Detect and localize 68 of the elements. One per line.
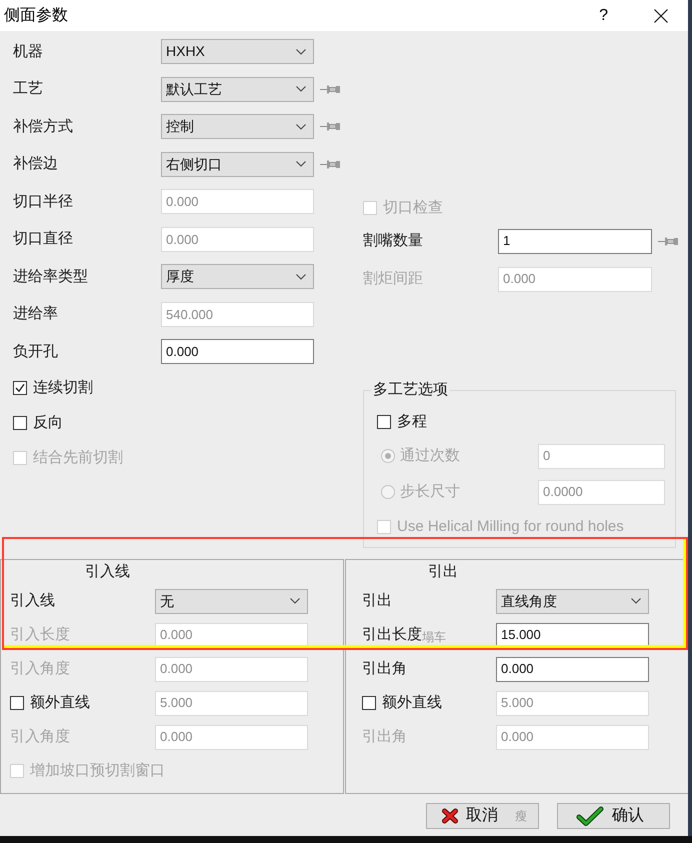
chevron-down-icon [296, 124, 306, 130]
confirm-button[interactable]: 确认 [557, 803, 670, 829]
pushpin-icon[interactable] [320, 160, 340, 169]
dropdown[interactable]: 默认工艺 [161, 76, 314, 102]
dropdown[interactable]: 直线角度 [496, 588, 649, 614]
field-label: 引出长度 [362, 626, 422, 644]
field-label: 连续切割 [33, 379, 93, 397]
field-label: 工艺 [13, 80, 43, 98]
field-label: 引出角 [362, 660, 407, 678]
close-icon[interactable] [654, 8, 668, 22]
group-title: 多工艺选项 [372, 381, 449, 399]
pushpin-icon[interactable] [658, 236, 678, 246]
group-title: 引入线 [85, 563, 130, 581]
field-label: 反向 [33, 414, 63, 432]
input-field[interactable]: 1 [498, 228, 652, 254]
field-label: 机器 [13, 42, 43, 61]
field-label: 引出 [362, 592, 392, 610]
field-label: Use Helical Milling for round holes [397, 518, 624, 536]
field-label: 步长尺寸 [400, 483, 460, 501]
pushpin-icon[interactable] [320, 122, 340, 132]
checkbox[interactable] [377, 414, 391, 428]
field-label: 切口半径 [13, 192, 73, 211]
field-label: 进给率类型 [13, 268, 88, 286]
field-label: 负开孔 [13, 342, 58, 361]
chevron-down-icon [290, 598, 300, 604]
checkbox[interactable] [13, 416, 27, 430]
group-title: 引出 [428, 563, 458, 581]
field-label: 引入长度 [10, 626, 70, 644]
label-note: 瘦 [515, 808, 527, 825]
dropdown[interactable]: 右侧切口 [161, 152, 314, 177]
field-label: 额外直线 [382, 694, 442, 712]
field-label: 补偿方式 [13, 118, 73, 136]
field-label: 切口检查 [383, 199, 443, 217]
input-field[interactable]: 0.000 [496, 656, 649, 682]
chevron-down-icon [296, 161, 306, 168]
field-label: 增加坡口预切割窗口 [30, 762, 165, 780]
window-title: 侧面参数 [4, 6, 68, 26]
checkbox[interactable] [13, 381, 27, 395]
cancel-button[interactable]: 取消 瘦 [426, 803, 539, 829]
pushpin-icon[interactable] [320, 84, 340, 94]
chevron-down-icon [296, 86, 306, 92]
dropdown[interactable]: 无 [155, 588, 308, 614]
dropdown[interactable]: HXHX [161, 39, 314, 64]
chevron-down-icon [296, 48, 306, 55]
label-note: 塌车 [422, 630, 446, 644]
field-label: 通过次数 [400, 447, 460, 465]
input-field[interactable]: 15.000 [496, 622, 649, 648]
dropdown[interactable]: 厚度 [161, 264, 314, 290]
input-field[interactable]: 0.000 [161, 339, 314, 364]
field-label: 引入角度 [10, 728, 70, 746]
field-label: 补偿边 [13, 155, 58, 174]
field-label: 结合先前切割 [33, 449, 123, 467]
chevron-down-icon [631, 598, 641, 604]
field-label: 引出角 [362, 728, 407, 746]
field-label: 进给率 [13, 305, 58, 324]
dropdown[interactable]: 控制 [161, 114, 314, 140]
field-label: 引入线 [10, 592, 55, 610]
chevron-down-icon [296, 274, 306, 280]
checkmark-icon [15, 383, 25, 393]
field-label: 切口直径 [13, 230, 73, 248]
field-label: 引入角度 [10, 660, 70, 678]
field-label: 割嘴数量 [363, 232, 423, 250]
cross-icon [441, 808, 459, 824]
help-button[interactable]: ? [599, 6, 608, 24]
field-label: 多程 [397, 412, 427, 430]
checkmark-icon [575, 805, 605, 827]
field-label: 额外直线 [30, 694, 90, 712]
field-label: 割炬间距 [363, 270, 423, 288]
